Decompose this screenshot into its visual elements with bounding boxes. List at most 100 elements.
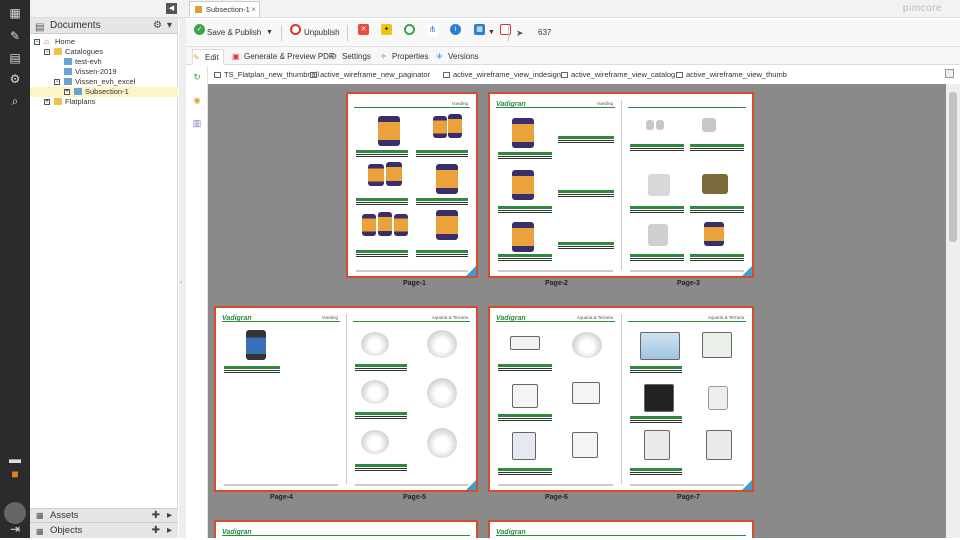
scrollbar-thumb[interactable] bbox=[949, 92, 957, 242]
split-handle[interactable]: ‹ bbox=[179, 18, 186, 538]
tab-properties[interactable]: ✧ Properties bbox=[380, 49, 428, 65]
tools-icon[interactable]: ✎ bbox=[8, 29, 22, 43]
view-tab-view-catalog[interactable]: active_wireframe_view_catalog bbox=[561, 69, 675, 81]
hierarchy-icon[interactable]: ⋔ bbox=[427, 24, 438, 35]
objects-panel-header[interactable]: ▦ Objects ✚ ▸ bbox=[30, 522, 178, 538]
view-tab-label: active_wireframe_view_thumb bbox=[686, 70, 787, 79]
document-tab[interactable]: Subsection-1 × bbox=[189, 1, 260, 17]
trash-icon[interactable]: ▥ bbox=[192, 118, 202, 128]
collapse-icon[interactable]: − bbox=[54, 79, 60, 85]
product-image bbox=[361, 430, 389, 454]
broken-image-icon bbox=[945, 69, 954, 78]
view-tab-view-indesign[interactable]: active_wireframe_view_indesign bbox=[443, 69, 561, 81]
analytics-icon[interactable]: ▤ bbox=[8, 51, 22, 65]
document-icon bbox=[64, 78, 72, 85]
translate-icon[interactable]: ✦ bbox=[381, 24, 392, 35]
product-table bbox=[355, 364, 407, 372]
page-2-3-spread[interactable]: Vadigran Voeding bbox=[488, 92, 754, 278]
maintenance-icon[interactable]: ▬ bbox=[8, 452, 22, 466]
tree-item[interactable]: − Catalogues bbox=[30, 47, 178, 57]
search-icon[interactable]: ⌕ bbox=[8, 94, 22, 108]
tab-settings-label: Settings bbox=[342, 52, 371, 61]
page-label: Page-5 bbox=[403, 494, 426, 501]
calendar-dropdown[interactable]: ▼ bbox=[488, 23, 495, 43]
save-options-dropdown[interactable]: ▼ bbox=[266, 23, 273, 43]
lightbulb-icon[interactable]: ✺ bbox=[192, 96, 202, 106]
user-avatar[interactable] bbox=[4, 502, 26, 524]
product-table bbox=[630, 416, 682, 424]
tree-item[interactable]: test-evh bbox=[30, 57, 178, 67]
collapse-icon[interactable]: − bbox=[44, 49, 50, 55]
close-icon[interactable]: × bbox=[251, 2, 256, 17]
unpublish-button[interactable]: Unpublish bbox=[304, 23, 340, 43]
page-8-9-spread[interactable]: Vadigran bbox=[214, 520, 478, 538]
refresh-icon[interactable]: ↻ bbox=[192, 72, 202, 82]
properties-icon: ✧ bbox=[380, 52, 387, 61]
notification-icon[interactable]: ■ bbox=[8, 467, 22, 481]
tab-settings[interactable]: ⚙ Settings bbox=[330, 49, 371, 65]
view-tab-new-paginator[interactable]: active_wireframe_new_paginator bbox=[310, 69, 430, 81]
product-image bbox=[656, 120, 664, 130]
expand-icon[interactable]: + bbox=[44, 99, 50, 105]
product-image bbox=[572, 382, 600, 404]
page-10-11-spread[interactable]: Vadigran bbox=[488, 520, 754, 538]
collapse-icon[interactable]: − bbox=[34, 39, 40, 45]
calendar-icon[interactable]: ▦ bbox=[474, 24, 485, 35]
settings-gear-icon[interactable]: ⚙ bbox=[8, 72, 22, 86]
page-header-text: Voeding bbox=[451, 101, 468, 106]
view-tab-label: active_wireframe_new_paginator bbox=[320, 70, 431, 79]
tree-item[interactable]: + Flatplans bbox=[30, 97, 178, 107]
tab-versions[interactable]: ⁜ Versions bbox=[436, 49, 479, 65]
add-icon[interactable]: ✚ bbox=[152, 509, 160, 523]
reload-icon[interactable] bbox=[404, 24, 415, 35]
tab-generate-pdf[interactable]: ▣ Generate & Preview PDF bbox=[232, 49, 334, 65]
folder-icon bbox=[54, 98, 62, 105]
tab-edit[interactable]: ✎ Edit bbox=[192, 49, 224, 65]
page-4: Vadigran Voeding bbox=[216, 308, 346, 490]
document-icon bbox=[195, 6, 202, 13]
chevron-down-icon[interactable]: ▾ bbox=[167, 18, 172, 34]
page-1-thumbnail[interactable]: Voeding bbox=[346, 92, 478, 278]
assets-panel-header[interactable]: ▦ Assets ✚ ▸ bbox=[30, 508, 178, 522]
side-tool-column: ↻ ✺ ▥ bbox=[186, 66, 208, 538]
tree-item-label: Home bbox=[55, 37, 76, 46]
folder-icon bbox=[54, 48, 62, 55]
document-icon bbox=[74, 88, 82, 95]
info-icon[interactable]: i bbox=[450, 24, 461, 35]
page-6-7-spread[interactable]: Vadigran Aquaria & Terraria Aquaria & Te… bbox=[488, 306, 754, 492]
chevron-right-icon[interactable]: ▸ bbox=[167, 509, 172, 523]
cursor-icon[interactable]: ➤ bbox=[516, 23, 524, 43]
chevron-right-icon[interactable]: ▸ bbox=[167, 523, 172, 539]
page-thumbnail-canvas[interactable]: Voeding Page-1 Vadigran Voeding Page-2 P… bbox=[208, 84, 946, 538]
vadigran-logo: Vadigran bbox=[496, 101, 526, 108]
delete-icon[interactable]: ✕ bbox=[358, 24, 369, 35]
product-image bbox=[378, 116, 400, 146]
file-icon bbox=[310, 72, 317, 78]
product-image bbox=[427, 330, 457, 358]
page-corner-marker bbox=[466, 266, 476, 276]
dashboard-icon[interactable]: ▦ bbox=[8, 6, 22, 20]
tree-item[interactable]: − Vissen_evh_excel bbox=[30, 77, 178, 87]
tree-item[interactable]: − ⌂ Home bbox=[30, 37, 178, 47]
logout-icon[interactable]: ⇥ bbox=[8, 522, 22, 536]
page-label: Page-2 bbox=[545, 280, 568, 287]
tree-item[interactable]: Vissen-2019 bbox=[30, 67, 178, 77]
expand-icon[interactable]: + bbox=[64, 89, 70, 95]
page-4-5-spread[interactable]: Vadigran Voeding Aquaria & Terraria bbox=[214, 306, 478, 492]
versions-icon: ⁜ bbox=[436, 52, 443, 61]
page-footer bbox=[356, 270, 468, 272]
save-publish-button[interactable]: Save & Publish bbox=[207, 23, 261, 43]
collapse-tree-button[interactable]: ◀ bbox=[166, 3, 177, 14]
page-header-text: Voeding bbox=[596, 101, 613, 106]
view-tab-label: active_wireframe_view_indesign bbox=[453, 70, 561, 79]
add-icon[interactable]: ✚ bbox=[152, 523, 160, 539]
product-image bbox=[368, 164, 384, 186]
canvas-scrollbar[interactable] bbox=[946, 84, 960, 538]
product-image bbox=[436, 210, 458, 240]
documents-panel-header[interactable]: ▤ Documents ⚙ ▾ bbox=[30, 18, 177, 34]
view-tab-flatplan-thumbnail[interactable]: TS_Flatplan_new_thumbnail bbox=[214, 69, 319, 81]
tree-item[interactable]: + Subsection-1 bbox=[30, 87, 178, 97]
view-tab-view-thumb[interactable]: active_wireframe_view_thumb bbox=[676, 69, 787, 81]
mobile-preview-icon[interactable] bbox=[500, 24, 511, 35]
gear-icon[interactable]: ⚙ bbox=[153, 18, 162, 34]
